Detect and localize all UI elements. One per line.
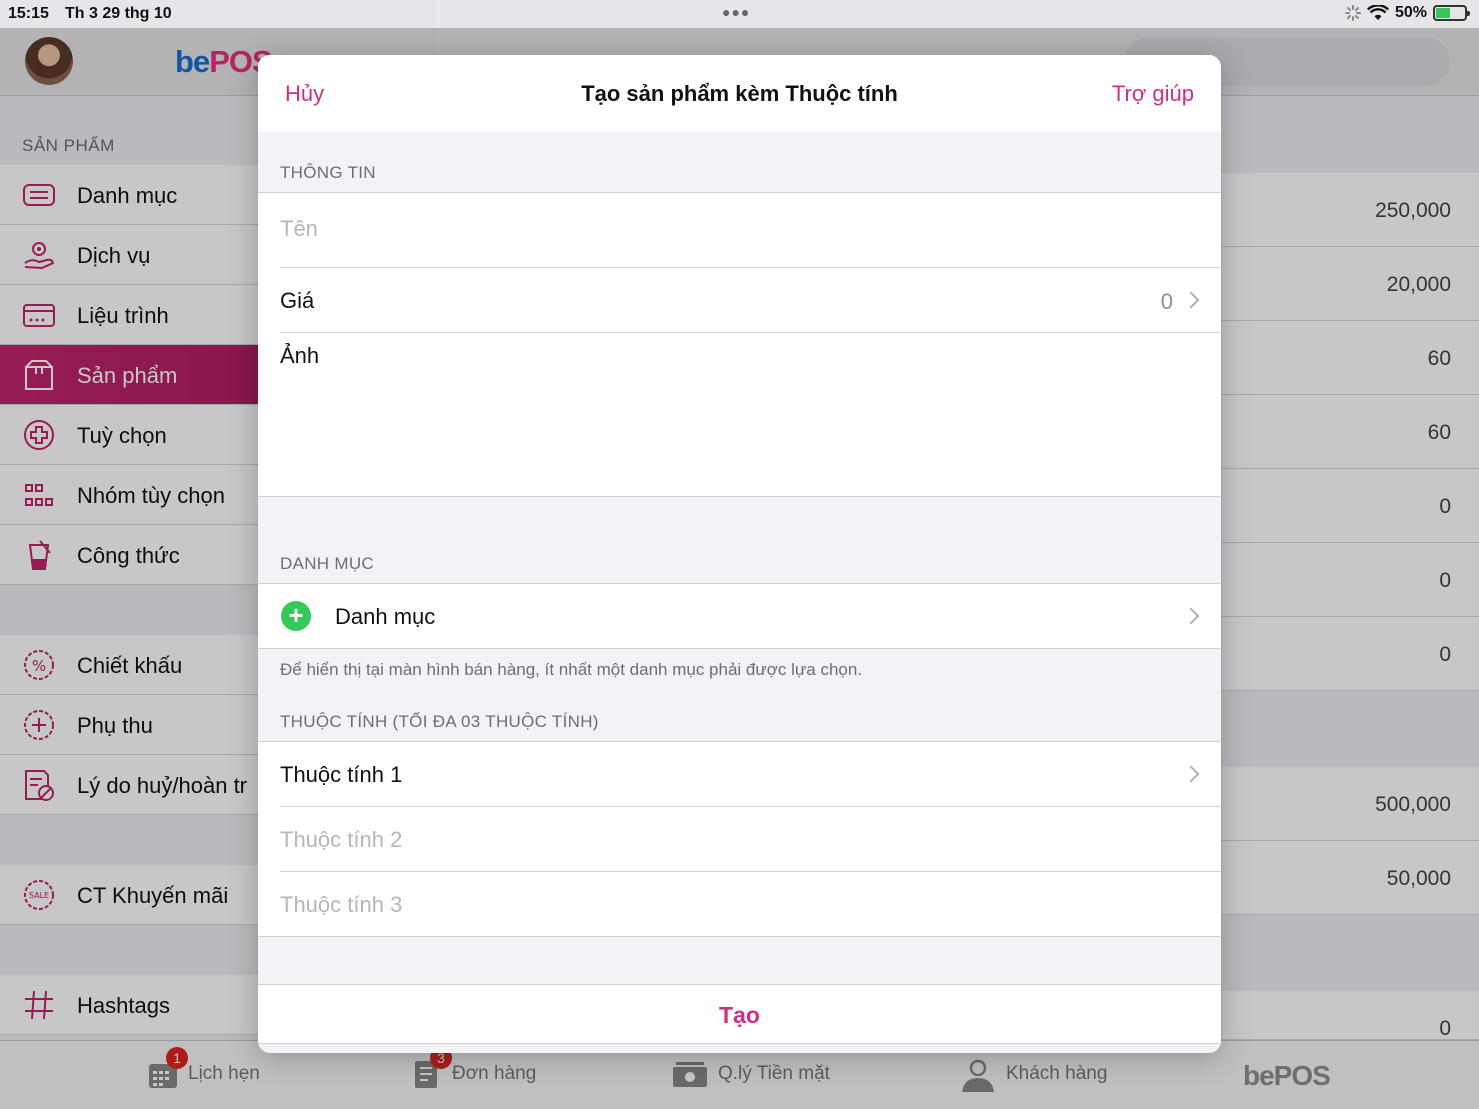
wifi-icon <box>1366 5 1389 20</box>
price-value: 0 <box>1160 289 1173 314</box>
price-row[interactable]: Giá 0 <box>258 268 1221 332</box>
attribute-2-row: Thuộc tính 2 <box>258 807 1221 871</box>
attribute-3-row: Thuộc tính 3 <box>258 872 1221 936</box>
chevron-right-icon <box>1182 291 1200 309</box>
chevron-right-icon <box>1182 607 1200 625</box>
attribute-1-row[interactable]: Thuộc tính 1 <box>258 742 1221 806</box>
status-right: 50% <box>1344 4 1470 22</box>
price-label: Giá <box>280 288 315 313</box>
modal-nav-bar: Hủy Tạo sản phẩm kèm Thuộc tính Trợ giúp <box>258 55 1221 132</box>
attributes-group: Thuộc tính 1 Thuộc tính 2 Thuộc tính 3 <box>258 741 1221 937</box>
section-header-attributes: THUỘC TÍNH (TỐI ĐA 03 THUỘC TÍNH) <box>280 712 599 731</box>
image-picker[interactable]: Ảnh <box>258 333 1221 497</box>
loading-icon <box>1344 5 1361 21</box>
name-input[interactable] <box>280 192 1180 266</box>
multitask-dots-icon[interactable]: ●●● <box>722 4 750 20</box>
battery-percent: 50% <box>1394 4 1427 21</box>
attribute-2-label: Thuộc tính 2 <box>280 827 403 852</box>
image-label: Ảnh <box>280 343 320 368</box>
attribute-1-label: Thuộc tính 1 <box>280 762 403 787</box>
add-icon: + <box>281 601 311 631</box>
create-product-modal: Hủy Tạo sản phẩm kèm Thuộc tính Trợ giúp… <box>258 55 1221 1053</box>
info-group: Giá 0 Ảnh <box>258 192 1221 497</box>
status-bar: 15:15 Th 3 29 thg 10 ●●● 50% <box>0 0 1479 28</box>
battery-icon <box>1433 5 1470 21</box>
attribute-3-label: Thuộc tính 3 <box>280 892 403 917</box>
help-button[interactable]: Trợ giúp <box>1112 81 1194 107</box>
section-header-category: DANH MỤC <box>280 554 375 573</box>
chevron-right-icon <box>1182 765 1200 783</box>
modal-title: Tạo sản phẩm kèm Thuộc tính <box>581 81 898 106</box>
category-row[interactable]: + Danh mục <box>258 583 1221 649</box>
status-time: 15:15 <box>8 5 49 22</box>
category-footnote: Để hiển thị tại màn hình bán hàng, ít nh… <box>280 660 863 679</box>
create-button[interactable]: Tạo <box>258 984 1221 1044</box>
section-header-info: THÔNG TIN <box>280 163 376 182</box>
category-label: Danh mục <box>335 604 436 629</box>
status-date: Th 3 29 thg 10 <box>65 5 172 22</box>
